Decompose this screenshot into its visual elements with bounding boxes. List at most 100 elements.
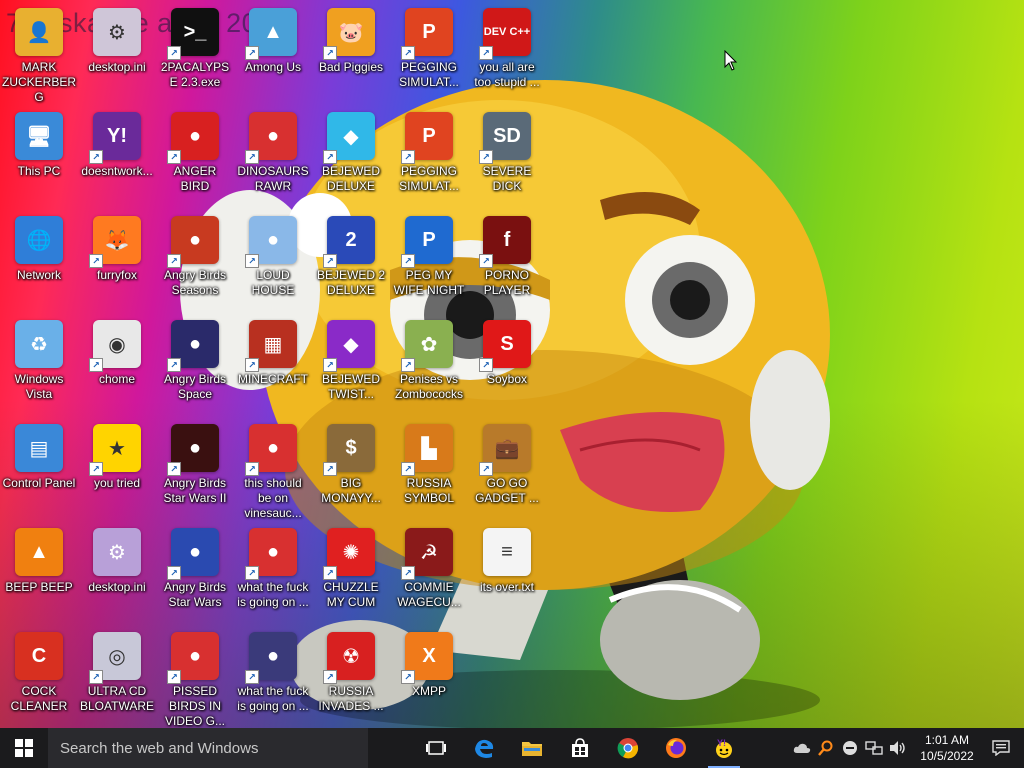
icon-glyph: ● — [188, 540, 202, 563]
desktop-icon-label: Angry Birds Seasons — [163, 268, 227, 297]
desktop-icon[interactable]: ♻ Windows Vista — [1, 314, 77, 414]
desktop-icon[interactable]: ▤ Control Panel — [1, 418, 77, 518]
icon-glyph: 🐷 — [338, 21, 364, 44]
desktop-icon-label: Penises vs Zombococks — [394, 372, 464, 401]
taskbar-edge-button[interactable] — [460, 728, 508, 768]
icon-glyph: ▲ — [29, 540, 49, 563]
shortcut-arrow-icon: ↗ — [245, 670, 259, 684]
desktop-icon[interactable]: ● ↗ this should be on vinesauc... — [235, 418, 311, 520]
desktop-icon[interactable]: ● ↗ Angry Birds Star Wars II — [157, 418, 233, 518]
desktop-icon[interactable]: ⚙ desktop.ini — [79, 522, 155, 622]
desktop-icon-label: this should be on vinesauc... — [244, 476, 302, 520]
desktop-icon-label: ANGER BIRD — [173, 164, 217, 193]
desktop[interactable]: 7 osskanae ation 2012 👤 MARK ZUCKERBERG ⚙ — [0, 0, 1024, 728]
desktop-icon-label: BEJEWED DELUXE — [321, 164, 380, 193]
icon-glyph: DEV C++ — [483, 26, 531, 38]
desktop-icon[interactable]: P ↗ PEG MY WIFE NIGHT — [391, 210, 467, 310]
desktop-icon-label: CHUZZLE MY CUM — [323, 580, 379, 609]
angry-birds-icon: ● ↗ — [245, 112, 297, 164]
taskbar-search-box[interactable]: Search the web and Windows — [48, 728, 368, 768]
desktop-icon[interactable]: 🐷 ↗ Bad Piggies — [313, 2, 389, 102]
desktop-icon[interactable]: 2 ↗ BEJEWED 2 DELUXE — [313, 210, 389, 310]
desktop-icon[interactable]: S ↗ Soybox — [469, 314, 545, 414]
desktop-icon[interactable]: ● ↗ what the fuck is going on ... — [235, 522, 311, 622]
desktop-icon[interactable]: 👤 MARK ZUCKERBERG — [1, 2, 77, 104]
desktop-icon[interactable]: ☭ ↗ COMMIE WAGECU... — [391, 522, 467, 622]
desktop-icon[interactable]: ● ↗ PISSED BIRDS IN VIDEO G... — [157, 626, 233, 728]
desktop-icon[interactable]: X ↗ XMPP — [391, 626, 467, 726]
desktop-icon[interactable]: P ↗ PEGGING SIMULAT... — [391, 2, 467, 102]
desktop-icon[interactable]: ✺ ↗ CHUZZLE MY CUM — [313, 522, 389, 622]
desktop-icon[interactable]: ● ↗ DINOSAURS RAWR — [235, 106, 311, 206]
icon-glyph: ● — [266, 228, 280, 251]
desktop-icon[interactable]: ▦ ↗ MINECRAFT — [235, 314, 311, 414]
desktop-icon[interactable]: Y! ↗ doesntwork... — [79, 106, 155, 206]
desktop-icon[interactable]: ◆ ↗ BEJEWED DELUXE — [313, 106, 389, 206]
taskbar-firefox-button[interactable] — [652, 728, 700, 768]
desktop-icon[interactable]: ▲ BEEP BEEP — [1, 522, 77, 622]
desktop-icon-label: PEG MY WIFE NIGHT — [393, 268, 465, 297]
desktop-icon[interactable]: ▲ ↗ Among Us — [235, 2, 311, 102]
desktop-icon[interactable]: P ↗ PEGGING SIMULAT... — [391, 106, 467, 206]
taskbar-clock[interactable]: 1:01 AM 10/5/2022 — [910, 732, 984, 764]
tray-onedrive[interactable] — [790, 728, 814, 768]
dev-cpp-icon: DEV C++ ↗ — [479, 8, 531, 60]
desktop-icon-label: BIG MONAYY... — [321, 476, 381, 505]
taskbar-task-view-button[interactable] — [412, 728, 460, 768]
desktop-icon-label: doesntwork... — [81, 164, 153, 178]
start-button[interactable] — [0, 728, 48, 768]
shortcut-arrow-icon: ↗ — [401, 358, 415, 372]
folder-person-icon: 👤 — [15, 8, 63, 56]
desktop-icon[interactable]: DEV C++ ↗ you all are too stupid ... — [469, 2, 545, 102]
action-center-button[interactable] — [984, 728, 1018, 768]
desktop-icon[interactable]: ✿ ↗ Penises vs Zombococks — [391, 314, 467, 414]
desktop-icon[interactable]: ≡ its over.txt — [469, 522, 545, 622]
desktop-icon[interactable]: ● ↗ Angry Birds Star Wars — [157, 522, 233, 622]
desktop-icon[interactable]: C COCK CLEANER — [1, 626, 77, 726]
chrome-icon — [617, 738, 639, 759]
shortcut-arrow-icon: ↗ — [167, 566, 181, 580]
desktop-icon-label: PORNO PLAYER — [483, 268, 531, 297]
desktop-icon[interactable]: 🦊 ↗ furryfox — [79, 210, 155, 310]
desktop-icon-label: BEEP BEEP — [5, 580, 73, 594]
desktop-icon[interactable]: ● ↗ Angry Birds Space — [157, 314, 233, 414]
desktop-icon[interactable]: ● ↗ ANGER BIRD — [157, 106, 233, 206]
computer-icon: 🖥 — [15, 112, 63, 160]
desktop-icon-label: you all are too stupid ... — [474, 60, 540, 89]
taskbar-chrome-button[interactable] — [604, 728, 652, 768]
tetris-block-icon: ▙ ↗ — [401, 424, 453, 476]
desktop-icon[interactable]: 🌐 Network — [1, 210, 77, 310]
tray-volume[interactable] — [886, 728, 910, 768]
desktop-icon[interactable]: ◉ ↗ chome — [79, 314, 155, 414]
shortcut-arrow-icon: ↗ — [323, 46, 337, 60]
desktop-icon-label: BEJEWED TWIST... — [321, 372, 380, 401]
desktop-icon-label: Bad Piggies — [318, 60, 384, 74]
icon-glyph: P — [422, 124, 436, 147]
desktop-icon[interactable]: f ↗ PORNO PLAYER — [469, 210, 545, 310]
desktop-icon[interactable]: SD ↗ SEVERE DICK — [469, 106, 545, 206]
tray-search-tool[interactable] — [814, 728, 838, 768]
taskbar-yahoo-messenger-button[interactable]: Y! — [700, 728, 748, 768]
desktop-icon[interactable]: ● ↗ Angry Birds Seasons — [157, 210, 233, 310]
desktop-icon-label: RUSSIA SYMBOL — [403, 476, 454, 505]
desktop-icon[interactable]: ● ↗ what the fuck is going on ... — [235, 626, 311, 726]
desktop-icon[interactable]: 💼 ↗ GO GO GADGET ... — [469, 418, 545, 518]
tray-network[interactable] — [862, 728, 886, 768]
desktop-icon[interactable]: >_ ↗ 2PACALYPSE 2.3.exe — [157, 2, 233, 102]
search-tool-icon — [818, 740, 833, 756]
desktop-icon[interactable]: ◎ ↗ ULTRA CD BLOATWARE — [79, 626, 155, 726]
desktop-icon[interactable]: ⚙ desktop.ini — [79, 2, 155, 102]
desktop-icon[interactable]: $ ↗ BIG MONAYY... — [313, 418, 389, 518]
taskbar-file-explorer-button[interactable] — [508, 728, 556, 768]
desktop-icon[interactable]: ☢ ↗ RUSSIA INVADES ... — [313, 626, 389, 726]
tray-emoji[interactable] — [838, 728, 862, 768]
shortcut-arrow-icon: ↗ — [479, 254, 493, 268]
desktop-icon[interactable]: ● ↗ LOUD HOUSE — [235, 210, 311, 310]
desktop-icon-label: GO GO GADGET ... — [475, 476, 539, 505]
desktop-icon-label: This PC — [17, 164, 61, 178]
taskbar-store-button[interactable] — [556, 728, 604, 768]
desktop-icon[interactable]: ◆ ↗ BEJEWED TWIST... — [313, 314, 389, 414]
desktop-icon[interactable]: 🖥 This PC — [1, 106, 77, 206]
desktop-icon[interactable]: ★ ↗ you tried — [79, 418, 155, 518]
desktop-icon[interactable]: ▙ ↗ RUSSIA SYMBOL — [391, 418, 467, 518]
